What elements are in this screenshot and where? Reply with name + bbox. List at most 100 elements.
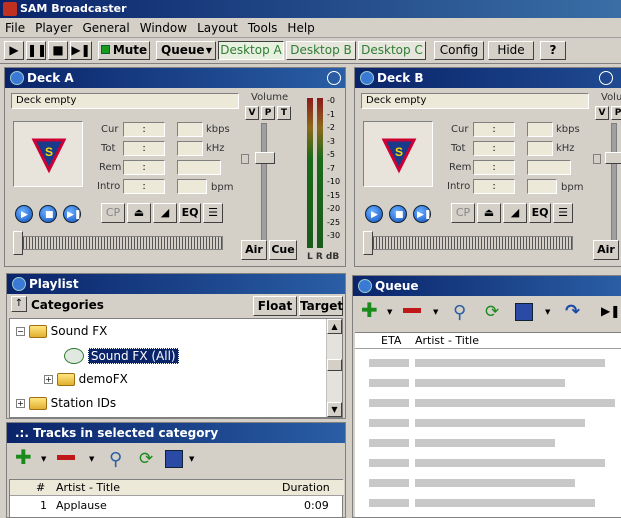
remove-icon[interactable] xyxy=(57,455,75,460)
next-button[interactable]: ▶❚ xyxy=(70,41,92,60)
deck-a-play-button[interactable]: ▶ xyxy=(15,205,33,223)
air-button[interactable]: Air xyxy=(241,240,267,260)
chevron-down-icon[interactable]: ▼ xyxy=(189,455,194,463)
queue-row-redacted[interactable] xyxy=(369,419,409,427)
queue-row-redacted[interactable] xyxy=(415,439,555,447)
settings-button[interactable]: ☰ xyxy=(553,203,573,223)
chevron-down-icon[interactable]: ▼ xyxy=(545,308,550,316)
queue-row-redacted[interactable] xyxy=(415,379,565,387)
tree-node-demofx[interactable]: + demoFX xyxy=(44,372,128,386)
eq-button[interactable]: EQ xyxy=(529,203,551,223)
deck-a-seek-bar[interactable] xyxy=(13,236,223,250)
cp-button[interactable]: CP xyxy=(451,203,475,223)
volume-track[interactable] xyxy=(261,123,267,248)
queue-dropdown[interactable]: Queue ▼ xyxy=(156,41,216,60)
col-artist-title[interactable]: Artist - Title xyxy=(415,333,479,349)
power-icon[interactable] xyxy=(599,71,613,85)
desktop-b-tab[interactable]: Desktop B xyxy=(286,41,356,60)
tree-scrollbar[interactable]: ▲ ▼ xyxy=(326,319,342,417)
power-icon[interactable] xyxy=(327,71,341,85)
t-button[interactable]: T xyxy=(277,106,291,120)
seek-thumb[interactable] xyxy=(13,231,23,255)
v-button[interactable]: V xyxy=(595,106,609,120)
scroll-up-icon[interactable]: ▲ xyxy=(327,319,342,334)
menu-layout[interactable]: Layout xyxy=(192,18,243,38)
scroll-down-icon[interactable]: ▼ xyxy=(327,402,342,417)
config-button[interactable]: Config xyxy=(434,41,484,60)
menu-help[interactable]: Help xyxy=(282,18,319,38)
queue-row-redacted[interactable] xyxy=(369,359,409,367)
fade-button[interactable]: ◢ xyxy=(503,203,527,223)
col-number[interactable]: # xyxy=(36,480,45,496)
table-row[interactable]: 1 Applause 0:09 xyxy=(10,498,344,514)
queue-row-redacted[interactable] xyxy=(369,459,409,467)
refresh-icon[interactable]: ⟳ xyxy=(485,302,499,322)
chevron-down-icon[interactable]: ▼ xyxy=(89,455,94,463)
queue-row-redacted[interactable] xyxy=(415,399,615,407)
chevron-down-icon[interactable]: ▼ xyxy=(433,308,438,316)
volume-thumb[interactable] xyxy=(255,152,275,164)
pause-button[interactable]: ❚❚ xyxy=(26,41,47,60)
tree-node-sound-fx[interactable]: − Sound FX xyxy=(16,324,107,338)
desktop-c-tab[interactable]: Desktop C xyxy=(358,41,426,60)
tree-node-sound-fx-all[interactable]: Sound FX (All) xyxy=(64,347,179,364)
volume-track[interactable] xyxy=(611,123,617,248)
deck-b-seek-bar[interactable] xyxy=(363,236,573,250)
balance-thumb[interactable] xyxy=(593,154,601,164)
remove-icon[interactable] xyxy=(403,308,421,313)
expand-icon[interactable]: + xyxy=(16,399,25,408)
queue-row-redacted[interactable] xyxy=(369,399,409,407)
chevron-down-icon[interactable]: ▼ xyxy=(387,308,392,316)
queue-row-redacted[interactable] xyxy=(369,479,409,487)
chevron-down-icon[interactable]: ▼ xyxy=(41,455,46,463)
up-arrow-icon[interactable]: ↑ xyxy=(11,296,27,312)
seek-thumb[interactable] xyxy=(363,231,373,255)
mute-button[interactable]: Mute xyxy=(98,41,150,60)
balance-thumb[interactable] xyxy=(241,154,249,164)
refresh-icon[interactable]: ⟳ xyxy=(139,449,153,469)
menu-window[interactable]: Window xyxy=(135,18,192,38)
queue-row-redacted[interactable] xyxy=(369,379,409,387)
deck-b-next-button[interactable]: ▶❚ xyxy=(413,205,431,223)
queue-row-redacted[interactable] xyxy=(415,419,585,427)
save-icon[interactable] xyxy=(515,303,533,321)
scroll-thumb[interactable] xyxy=(327,359,342,371)
queue-row-redacted[interactable] xyxy=(415,359,605,367)
menu-file[interactable]: File xyxy=(0,18,30,38)
deck-b-play-button[interactable]: ▶ xyxy=(365,205,383,223)
queue-row-redacted[interactable] xyxy=(415,479,575,487)
next-icon[interactable]: ▶❚ xyxy=(601,304,620,318)
tree-node-station-ids[interactable]: + Station IDs xyxy=(16,396,116,410)
col-duration[interactable]: Duration xyxy=(282,480,330,496)
queue-row-redacted[interactable] xyxy=(415,459,605,467)
help-button[interactable]: ? xyxy=(540,41,566,60)
col-eta[interactable]: ETA xyxy=(381,333,401,349)
volume-thumb[interactable] xyxy=(605,152,621,164)
menu-tools[interactable]: Tools xyxy=(243,18,283,38)
queue-row-redacted[interactable] xyxy=(415,499,595,507)
air-button[interactable]: Air xyxy=(593,240,619,260)
deck-a-next-button[interactable]: ▶❚ xyxy=(63,205,81,223)
float-button[interactable]: Float xyxy=(253,296,297,316)
col-artist-title[interactable]: Artist - Title xyxy=(56,480,120,496)
queue-row-redacted[interactable] xyxy=(369,439,409,447)
p-button[interactable]: P xyxy=(261,106,275,120)
add-icon[interactable]: ✚ xyxy=(361,298,378,322)
menu-general[interactable]: General xyxy=(77,18,134,38)
fade-button[interactable]: ◢ xyxy=(153,203,177,223)
queue-row-redacted[interactable] xyxy=(369,499,409,507)
p-button[interactable]: P xyxy=(611,106,621,120)
save-icon[interactable] xyxy=(165,450,183,468)
redo-icon[interactable]: ↷ xyxy=(565,301,580,322)
hide-button[interactable]: Hide xyxy=(488,41,534,60)
cue-button[interactable]: Cue xyxy=(269,240,297,260)
v-button[interactable]: V xyxy=(245,106,259,120)
desktop-a-tab[interactable]: Desktop A xyxy=(218,41,284,60)
play-button[interactable]: ▶ xyxy=(4,41,24,60)
eject-button[interactable]: ⏏ xyxy=(127,203,151,223)
eq-button[interactable]: EQ xyxy=(179,203,201,223)
deck-a-stop-button[interactable]: ■ xyxy=(39,205,57,223)
stop-button[interactable]: ■ xyxy=(48,41,68,60)
settings-button[interactable]: ☰ xyxy=(203,203,223,223)
collapse-icon[interactable]: − xyxy=(16,327,25,336)
